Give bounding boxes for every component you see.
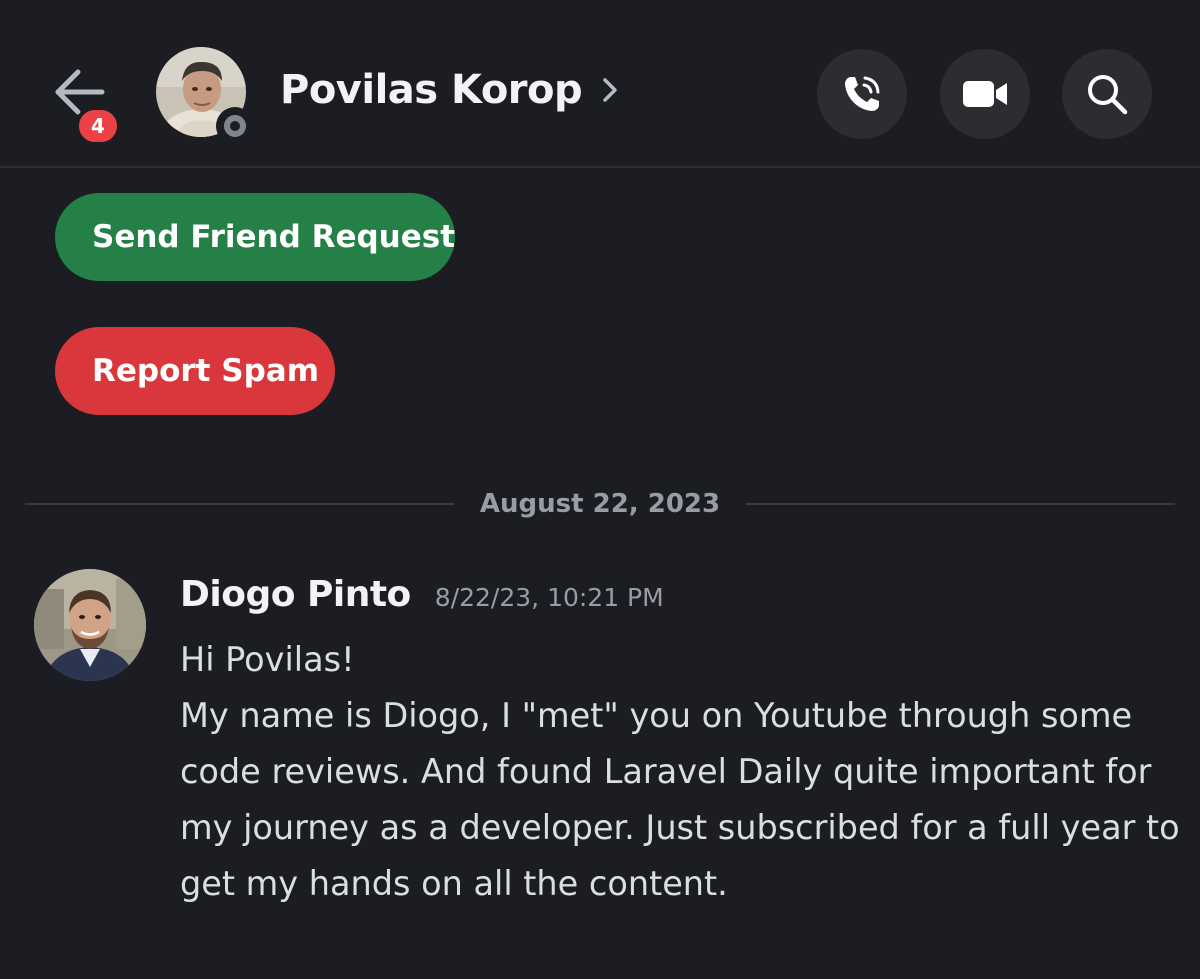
- chat-header: 4 Povilas Korop: [0, 0, 1200, 168]
- message-header: Diogo Pinto 8/22/23, 10:21 PM: [180, 574, 664, 624]
- video-camera-icon: [963, 81, 1007, 107]
- unread-count-badge: 4: [75, 106, 121, 146]
- message-content: Hi Povilas! My name is Diogo, I "met" yo…: [180, 632, 1180, 912]
- message-author-name[interactable]: Diogo Pinto: [180, 574, 411, 615]
- message-paragraph: Hi Povilas!: [180, 640, 355, 679]
- message-timestamp: 8/22/23, 10:21 PM: [434, 583, 664, 612]
- phone-call-icon: [845, 76, 880, 111]
- divider-line-left: [25, 503, 454, 505]
- report-spam-button[interactable]: Report Spam: [55, 327, 335, 415]
- chevron-right-icon: [603, 78, 617, 102]
- date-divider: August 22, 2023: [25, 481, 1175, 527]
- contact-avatar[interactable]: [156, 47, 254, 145]
- video-call-button[interactable]: [940, 49, 1030, 139]
- voice-call-button[interactable]: [817, 49, 907, 139]
- search-icon: [1088, 75, 1128, 115]
- contact-title-link[interactable]: Povilas Korop: [280, 64, 620, 116]
- send-friend-request-button[interactable]: Send Friend Request: [55, 193, 455, 281]
- message-author-avatar[interactable]: [34, 569, 146, 681]
- offline-status-indicator: [216, 107, 254, 145]
- message-paragraph: My name is Diogo, I "met" you on Youtube…: [180, 696, 1180, 903]
- search-button[interactable]: [1062, 49, 1152, 139]
- author-avatar-photo: [34, 569, 146, 681]
- divider-date: August 22, 2023: [479, 489, 721, 519]
- contact-name: Povilas Korop: [280, 67, 583, 113]
- divider-line-right: [746, 503, 1175, 505]
